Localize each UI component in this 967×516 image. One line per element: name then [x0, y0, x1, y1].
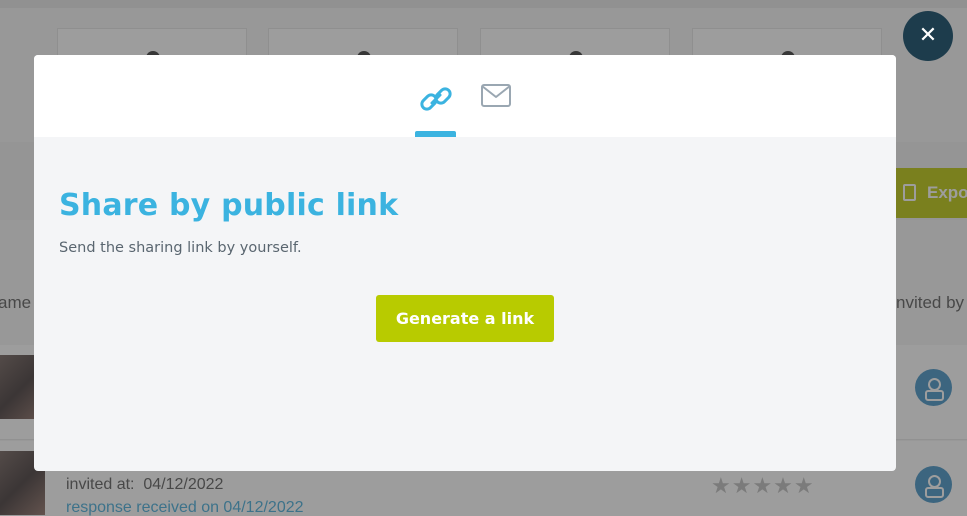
envelope-icon [481, 84, 511, 107]
generate-link-button[interactable]: Generate a link [376, 295, 554, 342]
tab-email[interactable] [475, 55, 517, 137]
modal-title: Share by public link [59, 188, 399, 223]
modal-subtitle: Send the sharing link by yourself. [59, 240, 302, 256]
share-modal: Share by public link Send the sharing li… [34, 55, 896, 471]
tab-public-link[interactable] [415, 55, 457, 137]
link-icon [420, 87, 452, 111]
active-tab-indicator [415, 131, 456, 137]
close-button[interactable]: ✕ [903, 11, 953, 61]
share-tabs [34, 55, 896, 137]
